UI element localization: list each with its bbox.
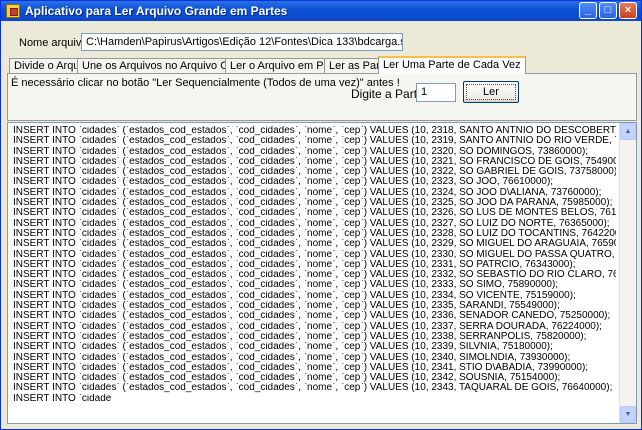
content-line: INSERT INTO `cidades` (`estados_cod_esta…	[13, 383, 613, 394]
content-line: INSERT INTO `cidades` (`estados_cod_esta…	[13, 228, 616, 239]
content-line: INSERT INTO `cidades` (`estados_cod_esta…	[13, 177, 554, 188]
content-line: INSERT INTO `cidades` (`estados_cod_esta…	[13, 331, 587, 342]
content-line: INSERT INTO `cidades` (`estados_cod_esta…	[13, 249, 616, 260]
content-line: INSERT INTO `cidades` (`estados_cod_esta…	[13, 218, 610, 229]
read-button[interactable]: Ler	[463, 81, 519, 103]
window-controls: _ □ ×	[579, 2, 637, 19]
vertical-scrollbar[interactable]: ▲ ▼	[619, 123, 636, 423]
tab-panel: É necessário clicar no botão "Ler Sequen…	[7, 73, 637, 121]
content-line: INSERT INTO `cidades` (`estados_cod_esta…	[13, 280, 559, 291]
content-line: INSERT INTO `cidades` (`estados_cod_esta…	[13, 156, 616, 167]
scroll-up-icon[interactable]: ▲	[620, 123, 636, 140]
file-name-input[interactable]: C:\Hamden\Papirus\Artigos\Edição 12\Font…	[81, 33, 403, 51]
content-line: INSERT INTO `cidades` (`estados_cod_esta…	[13, 126, 616, 136]
content-line: INSERT INTO `cidades` (`estados_cod_esta…	[13, 239, 616, 250]
file-name-label: Nome arquivo:	[19, 37, 91, 49]
content-line: INSERT INTO `cidades` (`estados_cod_esta…	[13, 301, 560, 312]
part-number-input[interactable]: 1	[416, 83, 456, 102]
content-line: INSERT INTO `cidades` (`estados_cod_esta…	[13, 259, 576, 270]
content-line: INSERT INTO `cidades` (`estados_cod_esta…	[13, 290, 576, 301]
content-line: INSERT INTO `cidades` (`estados_cod_esta…	[13, 362, 589, 373]
content-line: INSERT INTO `cidades` (`estados_cod_esta…	[13, 311, 611, 322]
content-line: INSERT INTO `cidades` (`estados_cod_esta…	[13, 342, 553, 353]
content-line: INSERT INTO `cidades` (`estados_cod_esta…	[13, 352, 571, 363]
notice-text: É necessário clicar no botão "Ler Sequen…	[11, 77, 400, 89]
tab-read-one-part[interactable]: Ler Uma Parte de Cada Vez	[378, 56, 526, 74]
content-line: INSERT INTO `cidades` (`estados_cod_esta…	[13, 208, 616, 219]
content-textarea[interactable]: INSERT INTO `cidades` (`estados_cod_esta…	[7, 122, 637, 424]
content-line: INSERT INTO `cidades` (`estados_cod_esta…	[13, 146, 589, 157]
content-line: INSERT INTO `cidades` (`estados_cod_esta…	[13, 198, 613, 209]
content-line: INSERT INTO `cidade	[13, 393, 112, 404]
maximize-button[interactable]: □	[599, 2, 617, 19]
app-icon	[6, 4, 20, 18]
content-lines: INSERT INTO `cidades` (`estados_cod_esta…	[13, 126, 616, 404]
content-line: INSERT INTO `cidades` (`estados_cod_esta…	[13, 136, 616, 147]
content-line: INSERT INTO `cidades` (`estados_cod_esta…	[13, 373, 561, 384]
content-line: INSERT INTO `cidades` (`estados_cod_esta…	[13, 321, 602, 332]
close-button[interactable]: ×	[619, 2, 637, 19]
content-line: INSERT INTO `cidades` (`estados_cod_esta…	[13, 167, 616, 178]
minimize-button[interactable]: _	[579, 2, 597, 19]
app-window: Aplicativo para Ler Arquivo Grande em Pa…	[0, 0, 642, 430]
window-title: Aplicativo para Ler Arquivo Grande em Pa…	[25, 4, 288, 18]
scroll-down-icon[interactable]: ▼	[620, 406, 636, 423]
content-line: INSERT INTO `cidades` (`estados_cod_esta…	[13, 270, 616, 281]
content-line: INSERT INTO `cidades` (`estados_cod_esta…	[13, 187, 602, 198]
title-bar[interactable]: Aplicativo para Ler Arquivo Grande em Pa…	[1, 1, 641, 21]
